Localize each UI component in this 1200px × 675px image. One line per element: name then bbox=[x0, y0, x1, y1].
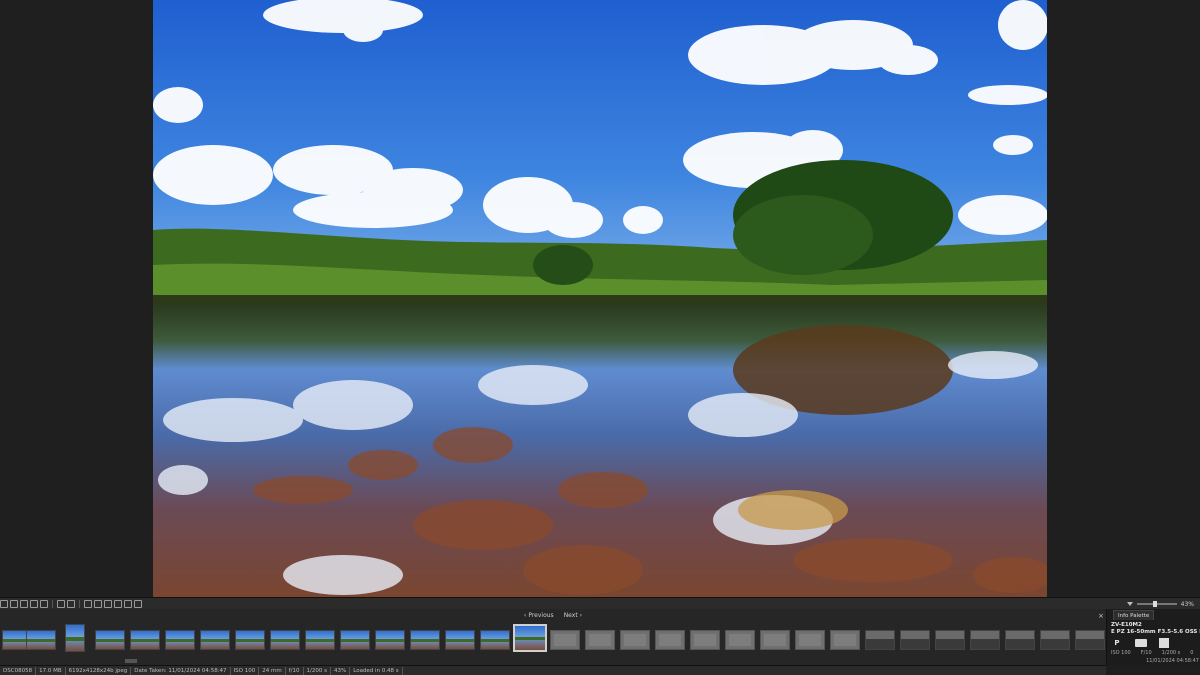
film-thumbnail[interactable] bbox=[410, 630, 440, 650]
film-thumbnail-loading[interactable] bbox=[550, 630, 580, 650]
film-thumbnail-loading[interactable] bbox=[760, 630, 790, 650]
zoom-slider-knob[interactable] bbox=[1152, 601, 1157, 607]
film-thumbnail[interactable] bbox=[900, 630, 930, 650]
exposure-comp-value: 0 bbox=[1190, 650, 1194, 656]
iso-value: ISO 100 bbox=[1111, 650, 1131, 656]
viewer-toolbar: 43% bbox=[0, 597, 1200, 609]
film-thumbnail[interactable] bbox=[1005, 630, 1035, 650]
filmstrip-nav: ‹ Previous Next › bbox=[0, 609, 1106, 621]
film-thumbnail[interactable] bbox=[235, 630, 265, 650]
zoom-value: 43% bbox=[1180, 600, 1194, 608]
zoom-slider[interactable] bbox=[1136, 601, 1177, 607]
info-icon[interactable] bbox=[104, 600, 112, 608]
status-filesize: 17.0 MB bbox=[36, 666, 66, 675]
film-thumbnail[interactable] bbox=[165, 630, 195, 650]
film-thumbnail[interactable] bbox=[375, 630, 405, 650]
filmstrip-scrollbar[interactable] bbox=[125, 659, 137, 663]
film-thumbnail[interactable] bbox=[865, 630, 895, 650]
film-thumbnail-loading[interactable] bbox=[830, 630, 860, 650]
metering-icon bbox=[1159, 638, 1169, 648]
film-thumbnail[interactable] bbox=[935, 630, 965, 650]
info-palette-tab[interactable]: Info Palette bbox=[1113, 610, 1155, 620]
status-aperture: f/10 bbox=[286, 666, 304, 675]
film-thumbnail-loading[interactable] bbox=[655, 630, 685, 650]
raw-format-icon bbox=[1135, 639, 1147, 647]
info-palette-body: ZV-E10M2 E PZ 16-50mm F3.5-5.6 OSS II P … bbox=[1111, 622, 1200, 664]
select-tool-icon[interactable] bbox=[0, 600, 8, 608]
settings-icon[interactable] bbox=[67, 600, 75, 608]
info-palette: × Info Palette ZV-E10M2 E PZ 16-50mm F3.… bbox=[1098, 609, 1200, 665]
film-thumbnail[interactable] bbox=[95, 630, 125, 650]
film-thumbnail[interactable] bbox=[26, 630, 56, 650]
status-shutter: 1/200 s bbox=[304, 666, 331, 675]
zoom-menu-icon[interactable] bbox=[1126, 602, 1133, 606]
close-icon[interactable]: × bbox=[1098, 612, 1104, 620]
shooting-icons: P bbox=[1111, 638, 1199, 648]
zoom-tool-icon[interactable] bbox=[30, 600, 38, 608]
film-thumbnail[interactable] bbox=[305, 630, 335, 650]
fit-icon[interactable] bbox=[94, 600, 102, 608]
hand-tool-icon[interactable] bbox=[10, 600, 18, 608]
flag-icon[interactable] bbox=[124, 600, 132, 608]
film-thumbnail[interactable] bbox=[445, 630, 475, 650]
film-thumbnail-selected[interactable] bbox=[513, 624, 547, 652]
grid-icon[interactable] bbox=[40, 600, 48, 608]
film-thumbnail-loading[interactable] bbox=[690, 630, 720, 650]
rating-icon[interactable] bbox=[134, 600, 142, 608]
next-label: Next bbox=[563, 611, 578, 619]
status-dimensions: 6192x4128x24b jpeg bbox=[66, 666, 132, 675]
status-zoom: 43% bbox=[331, 666, 351, 675]
exposure-mode: P bbox=[1114, 639, 1120, 647]
shutter-value: 1/200 s bbox=[1161, 650, 1181, 656]
status-load-time: Loaded in 0.48 s bbox=[350, 666, 403, 675]
film-thumbnail[interactable] bbox=[1075, 630, 1105, 650]
previous-button[interactable]: ‹ Previous bbox=[524, 612, 554, 619]
film-thumbnail-loading[interactable] bbox=[620, 630, 650, 650]
film-thumbnail[interactable] bbox=[970, 630, 1000, 650]
filmstrip-panel: ‹ Previous Next › bbox=[0, 609, 1106, 665]
next-button[interactable]: Next › bbox=[564, 612, 582, 619]
status-focal-length: 24 mm bbox=[259, 666, 286, 675]
histogram-icon[interactable] bbox=[114, 600, 122, 608]
main-photo bbox=[153, 0, 1047, 597]
film-thumbnail-loading[interactable] bbox=[585, 630, 615, 650]
tool-icons bbox=[0, 599, 142, 609]
compare-icon[interactable] bbox=[84, 600, 92, 608]
film-thumbnail[interactable] bbox=[200, 630, 230, 650]
film-thumbnail[interactable] bbox=[1040, 630, 1070, 650]
image-viewer[interactable] bbox=[0, 0, 1200, 597]
crop-tool-icon[interactable] bbox=[20, 600, 28, 608]
chevron-left-icon: ‹ bbox=[523, 611, 527, 619]
chevron-right-icon: › bbox=[579, 611, 583, 619]
film-thumbnail-loading[interactable] bbox=[725, 630, 755, 650]
exposure-values: ISO 100 F/10 1/200 s 0 bbox=[1111, 650, 1199, 656]
status-filename: DSC08058 bbox=[0, 666, 37, 675]
film-thumbnail[interactable] bbox=[480, 630, 510, 650]
capture-date: 11/01/2024 04:58:47 bbox=[1146, 658, 1199, 664]
previous-label: Previous bbox=[528, 611, 554, 619]
filmstrip[interactable] bbox=[0, 622, 1106, 662]
rotate-icon[interactable] bbox=[57, 600, 65, 608]
lens-name: E PZ 16-50mm F3.5-5.6 OSS II bbox=[1111, 629, 1200, 635]
aperture-value: F/10 bbox=[1140, 650, 1152, 656]
zoom-control: 43% bbox=[1126, 599, 1194, 609]
film-thumbnail[interactable] bbox=[130, 630, 160, 650]
film-thumbnail[interactable] bbox=[340, 630, 370, 650]
film-thumbnail[interactable] bbox=[270, 630, 300, 650]
toolbar-divider bbox=[79, 600, 80, 608]
camera-model: ZV-E10M2 bbox=[1111, 622, 1142, 628]
film-thumbnail[interactable] bbox=[65, 624, 85, 652]
film-thumbnail-loading[interactable] bbox=[795, 630, 825, 650]
status-iso: ISO 100 bbox=[231, 666, 260, 675]
status-date: Date Taken: 11/01/2024 04:58:47 bbox=[131, 666, 231, 675]
status-bar: DSC08058 17.0 MB 6192x4128x24b jpeg Date… bbox=[0, 665, 1106, 675]
toolbar-divider bbox=[52, 600, 53, 608]
